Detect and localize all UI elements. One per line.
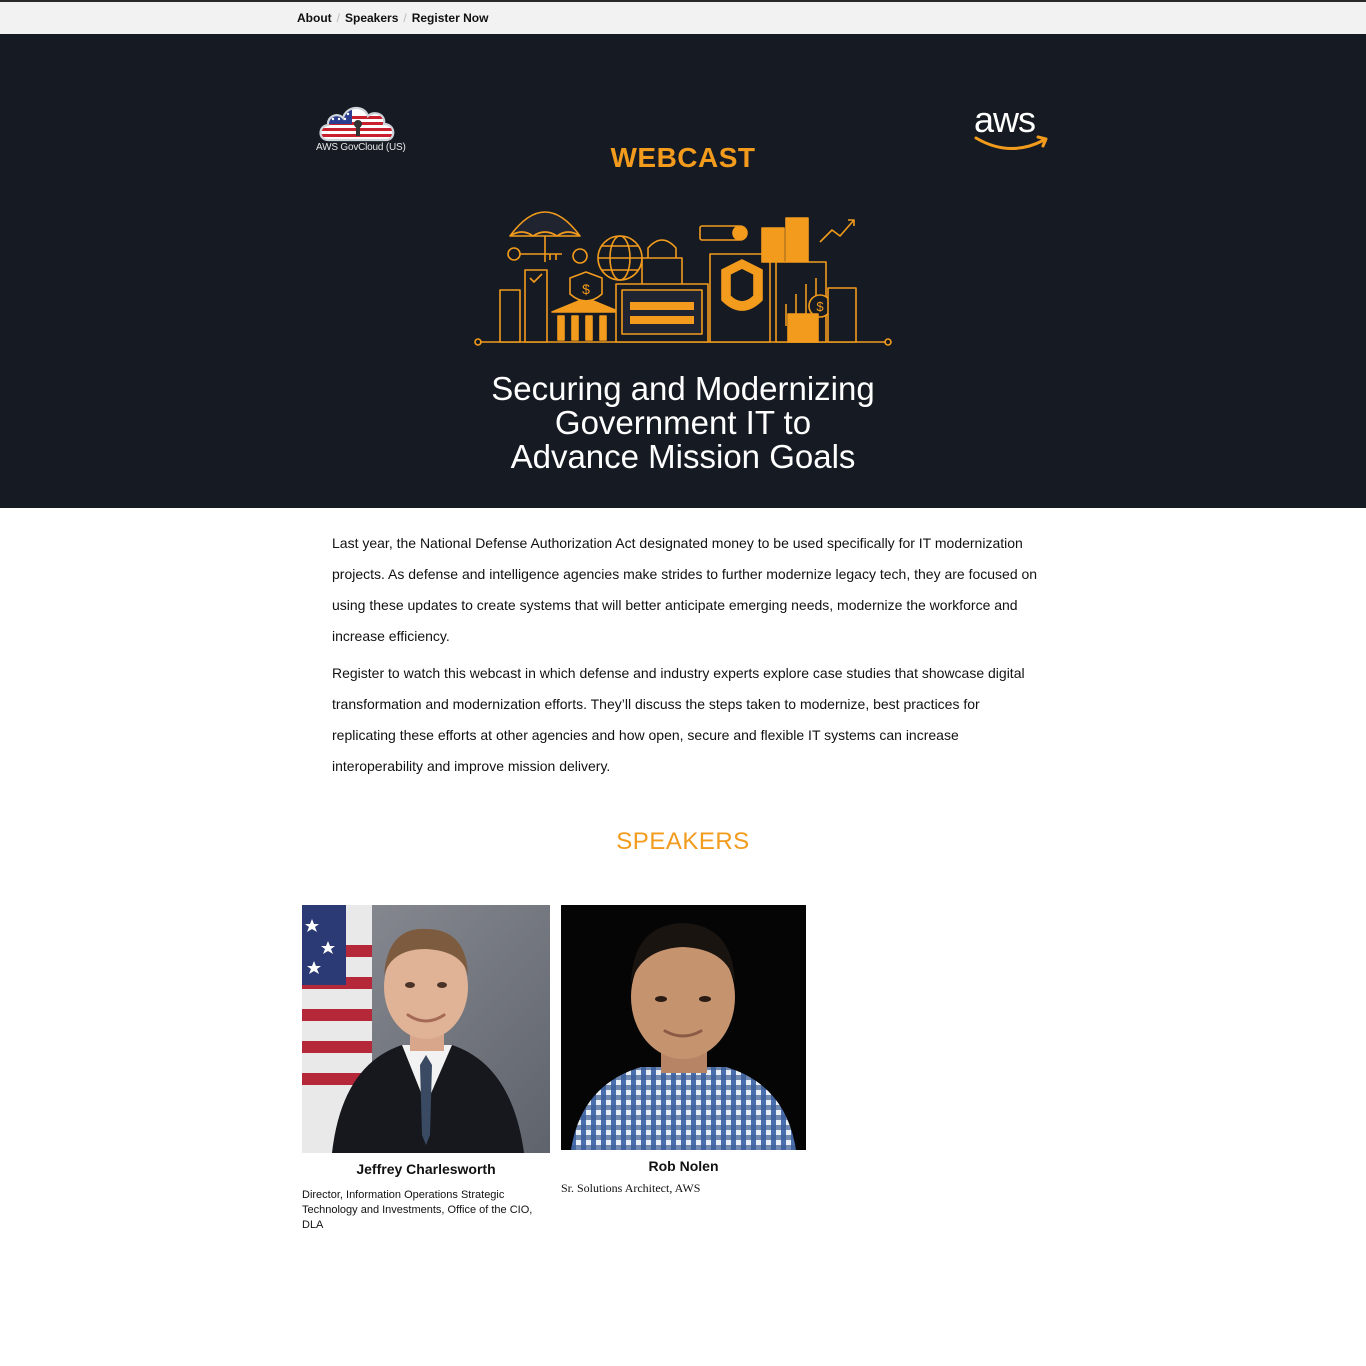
flag-cloud-icon <box>319 106 395 142</box>
speaker-card: Rob Nolen Sr. Solutions Architect, AWS <box>561 905 806 1196</box>
breadcrumb: About / Speakers / Register Now <box>297 11 488 25</box>
hero-title: Securing and Modernizing Government IT t… <box>383 372 983 474</box>
speaker-photo <box>302 905 550 1153</box>
nav-link-about[interactable]: About <box>297 11 332 25</box>
svg-text:$: $ <box>816 299 824 314</box>
intro-copy: Last year, the National Defense Authoriz… <box>332 528 1044 788</box>
security-illustration: $ $ <box>474 211 892 346</box>
nav-link-speakers[interactable]: Speakers <box>345 11 398 25</box>
speaker-name: Jeffrey Charlesworth <box>356 1161 496 1177</box>
intro-paragraph: Last year, the National Defense Authoriz… <box>332 535 1038 644</box>
speaker-card: Jeffrey Charlesworth Director, Informati… <box>302 905 550 1233</box>
breadcrumb-separator: / <box>403 11 407 25</box>
speaker-role: Sr. Solutions Architect, AWS <box>561 1181 701 1195</box>
hero-title-line: Securing and Modernizing <box>491 370 875 407</box>
webcast-eyebrow: WEBCAST <box>610 142 756 173</box>
hero-title-line: Government IT to <box>554 404 812 441</box>
speaker-photo <box>561 905 806 1150</box>
breadcrumb-separator: / <box>336 11 340 25</box>
speaker-role: Director, Information Operations Strateg… <box>302 1189 533 1231</box>
nav-link-register-now[interactable]: Register Now <box>412 11 489 25</box>
speakers-heading: SPEAKERS <box>616 828 750 855</box>
top-nav: About / Speakers / Register Now <box>0 0 1366 34</box>
svg-text:$: $ <box>582 281 590 297</box>
intro-paragraph: Register to watch this webcast in which … <box>332 665 1025 774</box>
hero-title-line: Advance Mission Goals <box>510 438 856 475</box>
speaker-name: Rob Nolen <box>648 1158 719 1174</box>
hero-banner: AWS GovCloud (US) aws WEBCAST $ $ Securi… <box>0 34 1366 508</box>
